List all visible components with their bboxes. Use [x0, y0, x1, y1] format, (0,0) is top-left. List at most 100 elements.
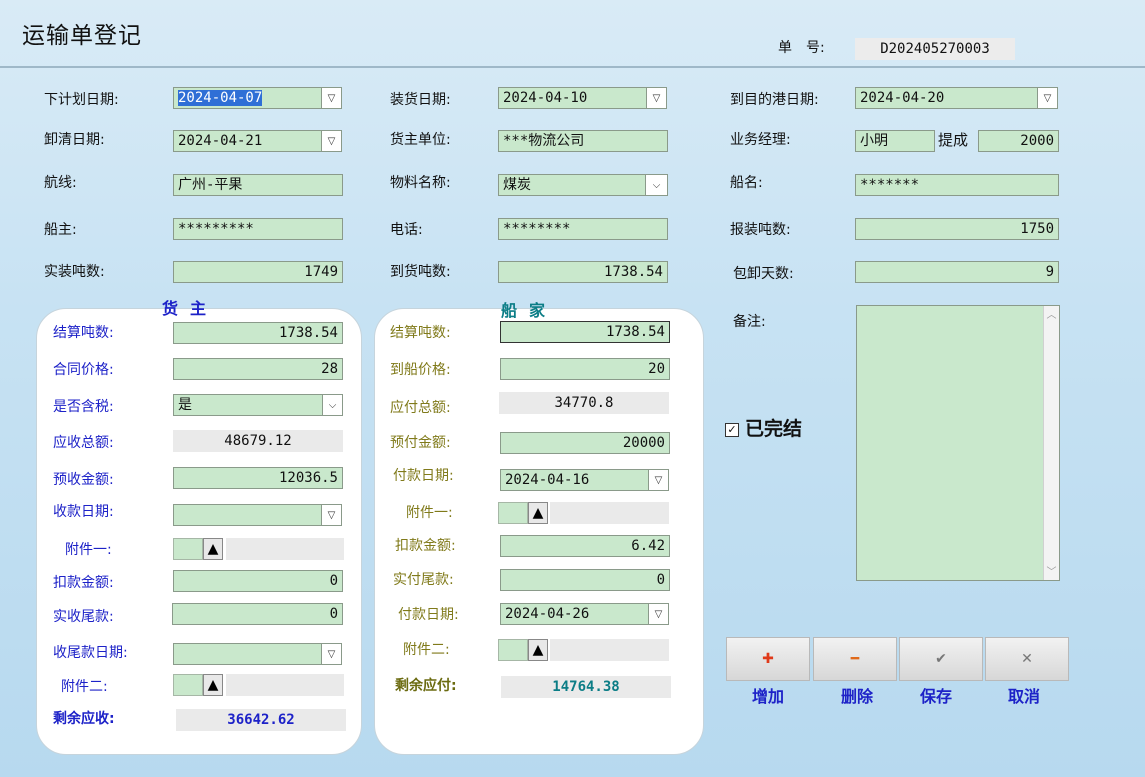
shipper-input[interactable]: ***物流公司 [498, 130, 668, 152]
plan-date-input[interactable]: 2024-04-07 [173, 87, 322, 109]
ship-pay-date2-dropdown[interactable]: ▽ [649, 603, 669, 625]
chevron-down-icon: ▽ [654, 474, 663, 486]
ship-attach1-thumb[interactable] [498, 502, 528, 524]
chevron-down-icon: ▽ [327, 92, 336, 104]
cargo-deduct-input[interactable]: 0 [173, 570, 343, 592]
window-title: 运输单登记 [22, 23, 142, 49]
shipper-label: 货主单位: [390, 132, 451, 148]
commission-input[interactable]: 2000 [978, 130, 1059, 152]
ship-attach2-upload[interactable]: ▲ [528, 639, 548, 661]
owner-input[interactable]: ********* [173, 218, 343, 240]
arrived-tons-input[interactable]: 1738.54 [498, 261, 668, 283]
cargo-attach2-thumb[interactable] [173, 674, 203, 696]
cargo-prepaid-input[interactable]: 12036.5 [173, 467, 343, 489]
scroll-up-icon[interactable]: ︿ [1044, 306, 1059, 321]
unload-date-input[interactable]: 2024-04-21 [173, 130, 322, 152]
memo-label: 备注: [733, 314, 766, 330]
ship-pay-date-dropdown[interactable]: ▽ [649, 469, 669, 491]
chevron-down-icon: ⌵ [652, 179, 661, 191]
ship-pay-date2-input[interactable]: 2024-04-26 [500, 603, 649, 625]
cargo-attach1-thumb[interactable] [173, 538, 203, 560]
arrive-date-label: 到目的港日期: [730, 92, 819, 108]
ship-deduct-input[interactable]: 6.42 [500, 535, 670, 557]
ship-prepaid-input[interactable]: 20000 [500, 432, 670, 454]
order-number-value: D202405270003 [855, 38, 1015, 60]
delete-button[interactable]: ━ [813, 637, 897, 681]
cargo-attach1-path [226, 538, 344, 560]
declared-tons-input[interactable]: 1750 [855, 218, 1059, 240]
ship-attach1-path [550, 502, 669, 524]
ship-pay-date-input[interactable]: 2024-04-16 [500, 469, 649, 491]
ship-balance-label: 实付尾款: [393, 572, 454, 588]
save-button[interactable]: ✔ [899, 637, 983, 681]
cargo-tax-select[interactable]: 是 [173, 394, 323, 416]
cargo-settle-label: 结算吨数: [53, 325, 114, 341]
manager-input[interactable]: 小明 [855, 130, 935, 152]
commission-label: 提成 [938, 131, 969, 149]
chevron-down-icon: ▽ [327, 648, 336, 660]
ship-price-input[interactable]: 20 [500, 358, 670, 380]
unload-days-label: 包卸天数: [733, 266, 794, 282]
ship-pay-date-label: 付款日期: [393, 468, 454, 484]
cancel-button[interactable]: ✕ [985, 637, 1069, 681]
owner-label: 船主: [44, 222, 77, 238]
plan-date-dropdown[interactable]: ▽ [322, 87, 342, 109]
check-icon: ✔ [935, 651, 947, 667]
route-label: 航线: [44, 175, 77, 191]
chevron-down-icon: ▽ [1043, 92, 1052, 104]
cargo-attach2-upload[interactable]: ▲ [203, 674, 223, 696]
completed-checkbox[interactable]: ✓ 已完结 [725, 414, 802, 441]
ship-balance-input[interactable]: 0 [500, 569, 670, 591]
save-button-label[interactable]: 保存 [894, 683, 978, 707]
material-select[interactable]: 煤炭 [498, 174, 646, 196]
ship-price-label: 到船价格: [390, 362, 451, 378]
ship-settle-input[interactable]: 1738.54 [500, 321, 670, 343]
cargo-tax-dropdown[interactable]: ⌵ [323, 394, 343, 416]
cargo-tax-label: 是否含税: [53, 399, 114, 415]
material-label: 物料名称: [390, 175, 451, 191]
cargo-attach1-label: 附件一: [65, 542, 112, 558]
cargo-settle-input[interactable]: 1738.54 [173, 322, 343, 344]
arrive-date-dropdown[interactable]: ▽ [1038, 87, 1058, 109]
cargo-attach2-path [226, 674, 344, 696]
cargo-balance-date-dropdown[interactable]: ▽ [322, 643, 342, 665]
cargo-deduct-label: 扣款金额: [53, 575, 114, 591]
memo-textarea[interactable]: ︿ ﹀ [856, 305, 1060, 581]
ship-payable-value: 34770.8 [499, 392, 669, 414]
unload-date-dropdown[interactable]: ▽ [322, 130, 342, 152]
minus-icon: ━ [850, 651, 860, 667]
unload-days-input[interactable]: 9 [855, 261, 1059, 283]
ship-attach2-label: 附件二: [403, 642, 450, 658]
cancel-button-label[interactable]: 取消 [982, 683, 1066, 707]
ship-settle-label: 结算吨数: [390, 325, 451, 341]
arrive-date-input[interactable]: 2024-04-20 [855, 87, 1038, 109]
add-button[interactable]: ✚ [726, 637, 810, 681]
phone-input[interactable]: ******** [498, 218, 668, 240]
ship-name-input[interactable]: ******* [855, 174, 1059, 196]
load-date-dropdown[interactable]: ▽ [647, 87, 667, 109]
upload-arrow-icon: ▲ [207, 541, 219, 557]
header-divider [0, 66, 1145, 68]
chevron-down-icon: ▽ [327, 135, 336, 147]
cargo-receipt-date-input[interactable] [173, 504, 322, 526]
delete-button-label[interactable]: 删除 [815, 683, 899, 707]
load-date-input[interactable]: 2024-04-10 [498, 87, 647, 109]
cargo-balance-input[interactable]: 0 [172, 603, 343, 625]
ship-payable-label: 应付总额: [390, 400, 451, 416]
memo-scrollbar[interactable]: ︿ ﹀ [1043, 306, 1059, 580]
ship-attach2-thumb[interactable] [498, 639, 528, 661]
material-dropdown[interactable]: ⌵ [646, 174, 668, 196]
add-button-label[interactable]: 增加 [726, 683, 810, 707]
chevron-down-icon: ⌵ [328, 399, 337, 411]
cargo-price-input[interactable]: 28 [173, 358, 343, 380]
route-input[interactable]: 广州-平果 [173, 174, 343, 196]
cargo-balance-date-input[interactable] [173, 643, 322, 665]
cargo-attach1-upload[interactable]: ▲ [203, 538, 223, 560]
scroll-down-icon[interactable]: ﹀ [1044, 563, 1059, 578]
actual-tons-input[interactable]: 1749 [173, 261, 343, 283]
cargo-receivable-label: 应收总额: [53, 435, 114, 451]
actual-tons-label: 实装吨数: [44, 264, 105, 280]
unload-date-label: 卸清日期: [44, 132, 105, 148]
cargo-receipt-date-dropdown[interactable]: ▽ [322, 504, 342, 526]
ship-attach1-upload[interactable]: ▲ [528, 502, 548, 524]
